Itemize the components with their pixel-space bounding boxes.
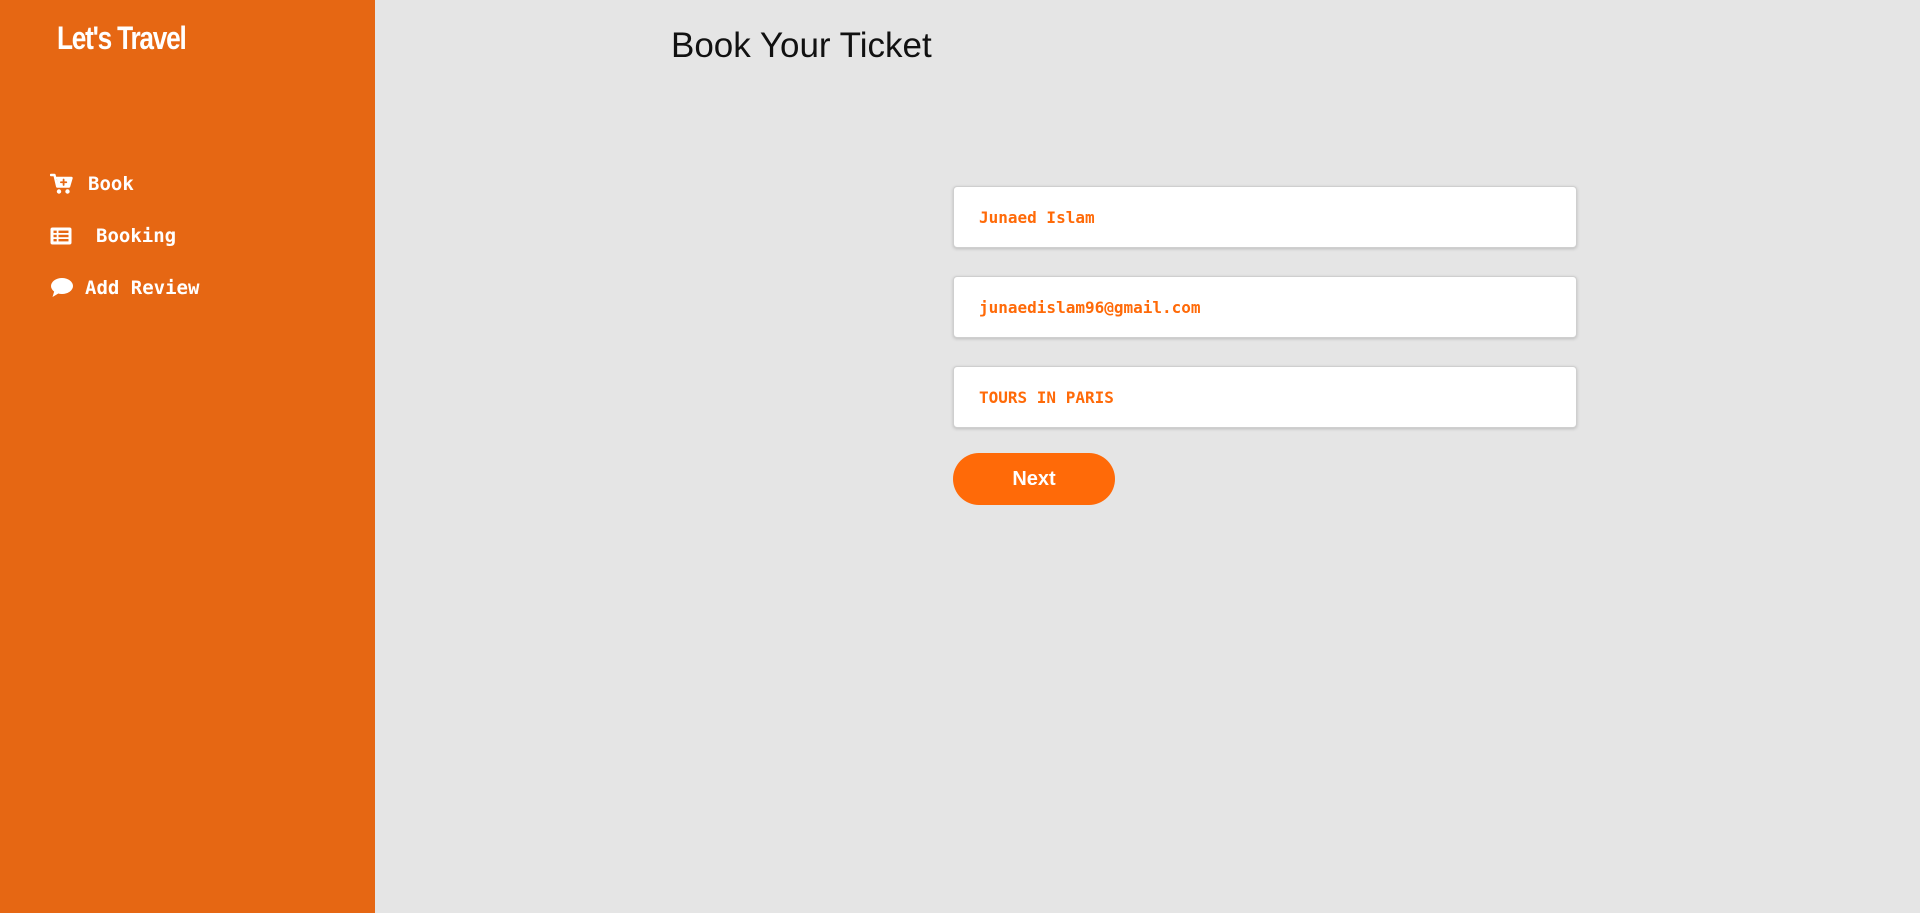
- app: Let's Travel Book Booking Add Review Boo…: [0, 0, 1920, 913]
- sidebar-item-book[interactable]: Book: [50, 158, 199, 210]
- tour-field-container: [953, 366, 1577, 428]
- sidebar: Let's Travel Book Booking Add Review: [0, 0, 375, 913]
- page-title: Book Your Ticket: [671, 26, 932, 65]
- email-field[interactable]: [979, 297, 1559, 317]
- booking-form: Next: [953, 186, 1577, 505]
- sidebar-item-label: Add Review: [85, 277, 200, 299]
- tour-field[interactable]: [979, 387, 1559, 407]
- sidebar-item-add-review[interactable]: Add Review: [50, 262, 199, 314]
- list-icon: [50, 225, 74, 247]
- sidebar-item-label: Book: [88, 173, 134, 195]
- comment-icon: [50, 277, 74, 299]
- next-button[interactable]: Next: [953, 453, 1115, 505]
- sidebar-item-label: Booking: [96, 225, 177, 247]
- email-field-container: [953, 276, 1577, 338]
- brand-logo[interactable]: Let's Travel: [57, 20, 187, 57]
- sidebar-nav: Book Booking Add Review: [50, 158, 199, 314]
- name-field[interactable]: [979, 207, 1559, 227]
- cart-plus-icon: [50, 173, 74, 195]
- main-content: Book Your Ticket Next: [375, 0, 1920, 913]
- name-field-container: [953, 186, 1577, 248]
- sidebar-item-booking[interactable]: Booking: [50, 210, 199, 262]
